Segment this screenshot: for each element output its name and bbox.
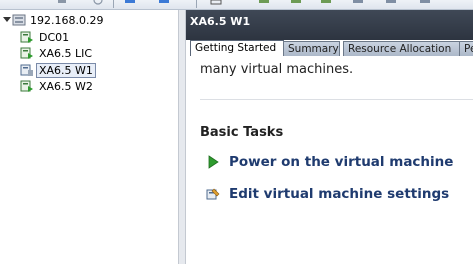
panel-title: XA6.5 W1 [190, 15, 251, 28]
tree-item-xa65-w2[interactable]: XA6.5 W2 [20, 78, 93, 94]
vm-powered-on-icon [20, 80, 33, 92]
tab-performance[interactable]: Pe [459, 41, 473, 57]
basic-tasks-heading: Basic Tasks [200, 125, 284, 140]
toolbar-icon[interactable] [124, 0, 136, 5]
toolbar-separator [113, 0, 114, 8]
toolbar-icon[interactable] [92, 0, 104, 5]
toolbar-icon[interactable] [419, 0, 431, 5]
tab-summary[interactable]: Summary [283, 41, 340, 57]
collapse-arrow-icon[interactable] [3, 17, 11, 22]
tree-item-xa65-lic[interactable]: XA6.5 LIC [20, 45, 92, 61]
toolbar-icon[interactable] [258, 0, 270, 5]
power-on-task-label[interactable]: Power on the virtual machine [229, 154, 453, 170]
vm-powered-on-icon [20, 47, 33, 59]
vm-powered-on-icon [20, 31, 33, 43]
tree-item-dc01[interactable]: DC01 [20, 29, 69, 45]
edit-settings-task-link[interactable]: Edit virtual machine settings [206, 186, 449, 202]
toolbar-icon[interactable] [352, 0, 364, 5]
panel-header: XA6.5 W1 Getting Started Summary Resourc… [186, 10, 473, 57]
tree-item-xa65-w1[interactable]: XA6.5 W1 [20, 62, 96, 78]
section-divider [200, 99, 473, 100]
toolbar-icon[interactable] [385, 0, 397, 5]
toolbar-icon[interactable] [210, 0, 222, 5]
tree-host-node[interactable]: 192.168.0.29 [0, 12, 170, 28]
toolbar-separator [196, 0, 197, 8]
tab-getting-started[interactable]: Getting Started [190, 40, 284, 57]
toolbar-icon[interactable] [320, 0, 332, 5]
toolbar-icon[interactable] [158, 0, 170, 5]
vm-powered-off-icon [20, 64, 33, 76]
edit-settings-task-label[interactable]: Edit virtual machine settings [229, 186, 449, 202]
toolbar [0, 0, 473, 10]
tree-host-label: 192.168.0.29 [30, 13, 104, 27]
power-on-task-link[interactable]: Power on the virtual machine [206, 154, 453, 170]
toolbar-icon[interactable] [290, 0, 302, 5]
tree-item-label: XA6.5 W1 [36, 62, 96, 78]
getting-started-content: many virtual machines. Basic Tasks Power… [186, 56, 473, 264]
intro-text: many virtual machines. [200, 62, 354, 77]
play-icon [208, 155, 219, 169]
pane-splitter[interactable] [179, 10, 186, 264]
edit-settings-icon [206, 188, 220, 200]
host-server-icon [12, 14, 26, 26]
tab-resource-allocation[interactable]: Resource Allocation [343, 41, 460, 57]
inventory-tree: 192.168.0.29 DC01 XA6.5 LIC XA6.5 W1 XA6… [0, 10, 179, 264]
tree-item-label: DC01 [39, 30, 70, 44]
toolbar-icon[interactable] [56, 0, 68, 5]
tree-item-label: XA6.5 LIC [39, 46, 93, 60]
tree-item-label: XA6.5 W2 [39, 79, 93, 93]
